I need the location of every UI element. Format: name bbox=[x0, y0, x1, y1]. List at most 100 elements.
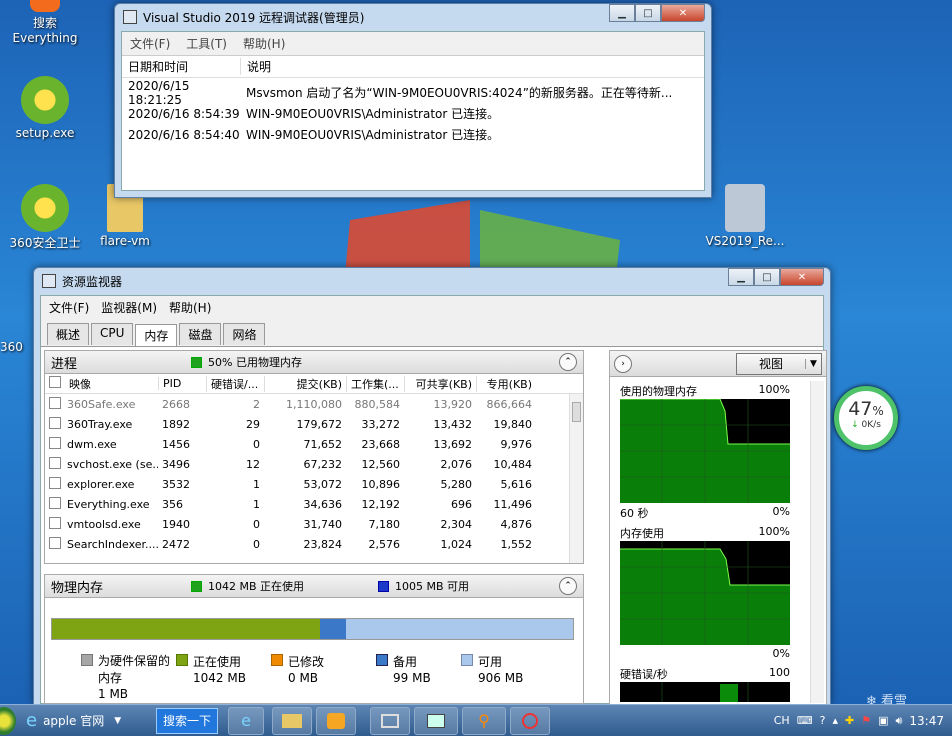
close-button[interactable]: ✕ bbox=[661, 4, 705, 22]
legend-value: 99 MB bbox=[393, 671, 431, 685]
menu-monitor[interactable]: 监视器(M) bbox=[101, 299, 157, 316]
minimize-button[interactable]: ▁ bbox=[728, 268, 754, 286]
menu-tools[interactable]: 工具(T) bbox=[186, 35, 227, 52]
network-speed-widget[interactable]: 47% ↓ 0K/s bbox=[834, 386, 898, 450]
collapse-icon[interactable]: ⌃ bbox=[559, 353, 577, 371]
network-icon[interactable]: ▣ bbox=[878, 714, 888, 727]
list-item[interactable]: 2020/6/16 8:54:40 WIN-9M0EOU0VRIS\Admini… bbox=[122, 124, 704, 145]
taskbar-resmon-button[interactable] bbox=[414, 706, 459, 735]
tab-bar: 概述 CPU 内存 磁盘 网络 bbox=[41, 319, 823, 346]
row-checkbox[interactable] bbox=[49, 436, 61, 449]
360-tray-icon[interactable]: ✚ bbox=[845, 714, 854, 727]
taskbar: e apple 官网 ▼ 搜索一下 e ⚲ CH ⌨ ? ▴ ✚ ⚑ ▣ 🔊︎ … bbox=[0, 704, 952, 736]
table-row[interactable]: dwm.exe 1456 0 71,652 23,668 13,692 9,976 bbox=[45, 434, 583, 454]
list-item[interactable]: 2020/6/15 18:21:25 Msvsmon 启动了名为“WIN-9M0… bbox=[122, 79, 704, 107]
tab-memory[interactable]: 内存 bbox=[135, 324, 178, 346]
expand-icon[interactable]: › bbox=[614, 354, 632, 373]
list-item[interactable]: 2020/6/16 8:54:39 WIN-9M0EOU0VRIS\Admini… bbox=[122, 103, 704, 124]
maximize-button[interactable]: □ bbox=[635, 4, 661, 22]
speed-percent: 47 bbox=[848, 398, 873, 420]
tab-cpu[interactable]: CPU bbox=[91, 323, 134, 345]
row-checkbox[interactable] bbox=[49, 396, 61, 409]
process-panel-header[interactable]: 进程 50% 已用物理内存 ⌃ bbox=[44, 350, 584, 374]
scrollbar[interactable] bbox=[569, 394, 583, 563]
column-header-desc[interactable]: 说明 bbox=[240, 58, 271, 75]
tab-network[interactable]: 网络 bbox=[223, 323, 266, 345]
column-header-private[interactable]: 专用(KB) bbox=[476, 375, 536, 392]
chevron-up-icon[interactable]: ▴ bbox=[832, 714, 838, 727]
maximize-button[interactable]: □ bbox=[754, 268, 780, 286]
desktop-icon-vs2019[interactable]: VS2019_Re... bbox=[700, 184, 790, 248]
resource-monitor-window[interactable]: 资源监视器 ▁ □ ✕ 文件(F) 监视器(M) 帮助(H) 概述 CPU 内存… bbox=[33, 267, 831, 706]
column-header-hard-faults[interactable]: 硬错误/... bbox=[206, 375, 264, 392]
table-cell: 2,576 bbox=[368, 537, 401, 551]
ie-address-toolbar[interactable]: e apple 官网 ▼ bbox=[16, 710, 156, 731]
row-checkbox[interactable] bbox=[49, 476, 61, 489]
table-cell: 1892 bbox=[162, 417, 190, 431]
scrollbar[interactable] bbox=[810, 381, 824, 703]
row-checkbox[interactable] bbox=[49, 536, 61, 549]
select-all-checkbox[interactable] bbox=[49, 376, 61, 388]
table-row[interactable]: explorer.exe 3532 1 53,072 10,896 5,280 5,616 bbox=[45, 474, 583, 494]
memory-usage-graph bbox=[620, 541, 790, 645]
row-checkbox[interactable] bbox=[49, 416, 61, 429]
column-header-image[interactable]: 映像 bbox=[63, 376, 158, 392]
menu-file[interactable]: 文件(F) bbox=[49, 299, 89, 316]
table-row[interactable]: 360Safe.exe 2668 2 1,110,080 880,584 13,920 86… bbox=[45, 394, 583, 414]
menu-help[interactable]: 帮助(H) bbox=[169, 299, 211, 316]
taskbar-search-tool-button[interactable]: ⚲ bbox=[462, 706, 507, 735]
table-cell: SearchIndexer.... bbox=[67, 537, 158, 551]
table-row[interactable]: svchost.exe (se... 3496 12 67,232 12,560 2,07… bbox=[45, 454, 583, 474]
start-button[interactable] bbox=[0, 706, 16, 735]
row-checkbox[interactable] bbox=[49, 496, 61, 509]
column-header-shareable[interactable]: 可共享(KB) bbox=[404, 375, 476, 392]
taskbar-app-button[interactable] bbox=[510, 706, 551, 735]
taskbar-ie-button[interactable]: e bbox=[228, 706, 265, 735]
memory-bar bbox=[51, 618, 574, 640]
table-cell: 19,840 bbox=[493, 417, 533, 431]
log-desc: WIN-9M0EOU0VRIS\Administrator 已连接。 bbox=[246, 128, 500, 142]
language-indicator[interactable]: CH bbox=[774, 714, 790, 727]
close-button[interactable]: ✕ bbox=[780, 268, 824, 286]
minimize-button[interactable]: ▁ bbox=[609, 4, 635, 22]
flag-icon[interactable]: ⚑ bbox=[861, 714, 871, 727]
taskbar-explorer-button[interactable] bbox=[272, 706, 313, 735]
view-dropdown[interactable]: 视图 ▼ bbox=[736, 352, 822, 375]
table-cell: 1940 bbox=[162, 517, 190, 531]
table-row[interactable]: 360Tray.exe 1892 29 179,672 33,272 13,432 19,8… bbox=[45, 414, 583, 434]
menu-file[interactable]: 文件(F) bbox=[130, 35, 170, 52]
collapse-icon[interactable]: ⌃ bbox=[559, 577, 577, 595]
clock[interactable]: 13:47 bbox=[909, 714, 944, 728]
table-row[interactable]: vmtoolsd.exe 1940 0 31,740 7,180 2,304 4,876 bbox=[45, 514, 583, 534]
desktop-icon-setup[interactable]: setup.exe bbox=[0, 76, 90, 140]
column-header-pid[interactable]: PID bbox=[158, 377, 206, 390]
desktop-icon-partial[interactable]: 360 bbox=[0, 340, 23, 354]
help-icon[interactable]: ? bbox=[820, 714, 826, 727]
tab-disk[interactable]: 磁盘 bbox=[179, 323, 222, 345]
taskbar-media-button[interactable] bbox=[316, 706, 357, 735]
column-header-working-set[interactable]: 工作集(... bbox=[346, 375, 404, 392]
keyboard-icon[interactable]: ⌨ bbox=[797, 714, 813, 727]
table-cell: 10,896 bbox=[361, 477, 401, 491]
window-titlebar[interactable]: 资源监视器 bbox=[34, 268, 830, 294]
physical-memory-header[interactable]: 物理内存 1042 MB 正在使用 1005 MB 可用 ⌃ bbox=[44, 574, 584, 598]
row-checkbox[interactable] bbox=[49, 516, 61, 529]
column-header-time[interactable]: 日期和时间 bbox=[122, 58, 240, 75]
table-row[interactable]: SearchIndexer.... 2472 0 23,824 2,576 1,024 1,… bbox=[45, 534, 583, 554]
volume-icon[interactable]: 🔊︎ bbox=[895, 714, 902, 728]
taskbar-remote-debugger-button[interactable] bbox=[370, 706, 411, 735]
vs-remote-debugger-window[interactable]: Visual Studio 2019 远程调试器(管理员) ▁ □ ✕ 文件(F… bbox=[114, 3, 712, 198]
ie-icon: e bbox=[241, 711, 251, 730]
chevron-down-icon: ▼ bbox=[805, 358, 821, 369]
desktop-icon-360[interactable]: 360安全卫士 bbox=[0, 184, 90, 251]
row-checkbox[interactable] bbox=[49, 456, 61, 469]
table-row[interactable]: Everything.exe 356 1 34,636 12,192 696 11,496 bbox=[45, 494, 583, 514]
table-cell: 3532 bbox=[162, 477, 190, 491]
column-header-commit[interactable]: 提交(KB) bbox=[264, 375, 346, 392]
menu-help[interactable]: 帮助(H) bbox=[243, 35, 285, 52]
tab-overview[interactable]: 概述 bbox=[47, 323, 90, 345]
desktop-icon-everything-search[interactable]: 搜索 Everything bbox=[0, 0, 90, 45]
table-cell: 7,180 bbox=[368, 517, 401, 531]
search-button[interactable]: 搜索一下 bbox=[156, 707, 219, 734]
legend-standby: 备用 99 MB bbox=[376, 653, 461, 701]
